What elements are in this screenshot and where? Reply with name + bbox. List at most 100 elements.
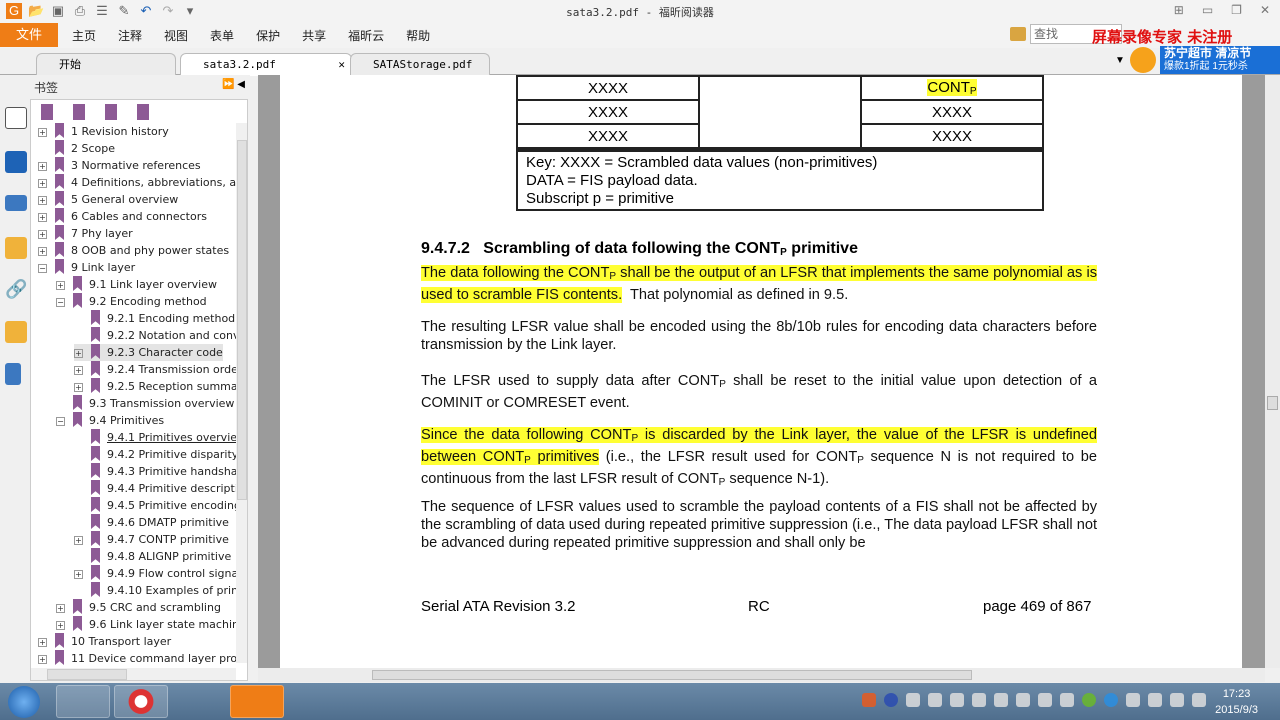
restore-button[interactable]: ❐ [1231,3,1242,17]
menu-cloud[interactable]: 福昕云 [348,27,384,44]
bookmarks-icon[interactable] [5,107,27,129]
recorder-icon[interactable] [1060,693,1074,707]
expand-icon[interactable]: + [56,281,65,290]
bookmark-item[interactable]: − 9 Link layer [38,259,135,276]
close-tab-icon[interactable]: ✕ [338,54,345,76]
bookmark-item[interactable]: +9.6 Link layer state machine [56,616,246,633]
bookmark-item[interactable]: +9.2.5 Reception summary [74,378,247,395]
bookmark-item[interactable]: +9.5 CRC and scrambling [56,599,221,616]
expand-bookmark-icon[interactable] [137,104,149,120]
find-icon[interactable] [1010,27,1026,41]
bookmark-item[interactable]: 9.2.2 Notation and conv [74,327,240,344]
pages-icon[interactable] [5,151,27,173]
bookmark-item[interactable]: +7 Phy layer [38,225,133,242]
help-icon[interactable] [884,693,898,707]
clock[interactable]: 17:23 2015/9/3 [1215,686,1258,718]
signatures-icon[interactable] [5,363,21,385]
menu-view[interactable]: 视图 [164,27,188,44]
menu-home[interactable]: 主页 [72,27,96,44]
tree-hscroll-thumb[interactable] [47,669,127,680]
bookmark-item[interactable]: +10 Transport layer [38,633,171,650]
attachments-icon[interactable]: 🔗 [5,279,27,301]
bookmark-item[interactable]: 9.4.3 Primitive handshak [74,463,244,480]
expand-icon[interactable]: + [38,655,47,664]
action-center-icon[interactable] [1126,693,1140,707]
expand-icon[interactable]: + [74,536,83,545]
menu-share[interactable]: 共享 [302,27,326,44]
tab-satastorage[interactable]: SATAStorage.pdf [350,53,490,75]
collapse-panel-icon[interactable]: ⏩ ◀ [222,79,245,90]
expand-icon[interactable]: + [38,638,47,647]
menu-form[interactable]: 表单 [210,27,234,44]
bookmark-item[interactable]: − 9.2 Encoding method [56,293,207,310]
taskbar-chrome[interactable] [114,685,168,718]
network-icon[interactable] [1170,693,1184,707]
bookmark-item[interactable]: 9.4.5 Primitive encoding [74,497,241,514]
layout-icon[interactable]: ⊞ [1174,3,1184,17]
collapse-icon[interactable]: − [56,298,65,307]
bookmark-item[interactable]: 9.4.10 Examples of primi [74,582,245,599]
bookmark-item[interactable]: 9.2.1 Encoding method c [74,310,245,327]
show-hidden-icon[interactable] [1038,693,1052,707]
expand-icon[interactable]: + [74,349,83,358]
bookmark-item[interactable]: +1 Revision history [38,123,169,140]
bookmark-item[interactable]: +9.4.7 CONTP primitive [74,531,229,548]
expand-icon[interactable]: + [74,366,83,375]
power-icon[interactable] [1148,693,1162,707]
taskbar-app[interactable] [172,685,226,718]
expand-icon[interactable]: + [38,247,47,256]
taskbar-explorer[interactable] [56,685,110,718]
menu-file[interactable]: 文件 [0,23,58,47]
document-scroll-thumb[interactable] [1267,396,1278,410]
comments-icon[interactable] [5,237,27,259]
document-hscroll-thumb[interactable] [372,670,972,680]
bookmark-item[interactable]: 9.4.2 Primitive disparity [74,446,238,463]
bookmark-item[interactable]: 9.3 Transmission overview [56,395,234,412]
punctuation-icon[interactable] [950,693,964,707]
bookmark-item[interactable]: +3 Normative references [38,157,201,174]
volume-icon[interactable] [1192,693,1206,707]
expand-icon[interactable]: + [56,604,65,613]
expand-icon[interactable]: + [38,213,47,222]
bookmark-item[interactable]: +8 OOB and phy power states [38,242,229,259]
collapse-icon[interactable]: − [56,417,65,426]
bookmark-item[interactable]: 2 Scope [38,140,115,157]
tab-dropdown-icon[interactable]: ▼ [1115,55,1125,66]
bookmark-item[interactable]: +4 Definitions, abbreviations, and [38,174,247,191]
go-to-bookmark-icon[interactable] [105,104,117,120]
bookmark-item[interactable]: 9.4.8 ALIGNP primitive [74,548,231,565]
bookmark-item[interactable]: − 9.4 Primitives [56,412,164,429]
add-bookmark-icon[interactable] [73,104,85,120]
expand-icon[interactable]: + [56,621,65,630]
tree-scroll-thumb[interactable] [237,140,247,500]
start-button[interactable] [8,686,40,718]
ad-banner[interactable]: 苏宁超市 清凉节 爆款1折起 1元秒杀 [1160,46,1280,74]
bookmark-item[interactable]: 9.4.1 Primitives overview [74,429,246,446]
tab-sata32[interactable]: sata3.2.pdf ✕ [180,53,352,76]
expand-icon[interactable]: + [38,162,47,171]
language-icon[interactable] [906,693,920,707]
document-scrollbar-vertical[interactable] [1265,75,1280,668]
taskbar-foxit[interactable] [230,685,284,718]
expand-icon[interactable]: + [38,230,47,239]
menu-comment[interactable]: 注释 [118,27,142,44]
bookmark-item[interactable]: +9.1 Link layer overview [56,276,217,293]
tab-start[interactable]: 开始 [36,53,176,75]
expand-icon[interactable]: + [38,196,47,205]
keyboard-icon[interactable] [972,693,986,707]
menu-protect[interactable]: 保护 [256,27,280,44]
menu-help[interactable]: 帮助 [406,27,430,44]
bookmark-item[interactable]: 9.4.4 Primitive descriptio [74,480,245,497]
security-icon[interactable] [5,321,27,343]
bookmark-item[interactable]: +9.4.9 Flow control signal [74,565,241,582]
bookmark-item[interactable]: +5 General overview [38,191,178,208]
collapse-icon[interactable]: − [38,264,47,273]
minimize-button[interactable]: ▭ [1202,3,1213,17]
qq-icon[interactable] [1104,693,1118,707]
bookmark-item[interactable]: +9.2.4 Transmission order [74,361,242,378]
ime-icon[interactable] [862,693,876,707]
user-icon[interactable] [994,693,1008,707]
bookmark-item[interactable]: +11 Device command layer proto [38,650,247,667]
expand-icon[interactable]: + [38,179,47,188]
expand-icon[interactable]: + [74,570,83,579]
